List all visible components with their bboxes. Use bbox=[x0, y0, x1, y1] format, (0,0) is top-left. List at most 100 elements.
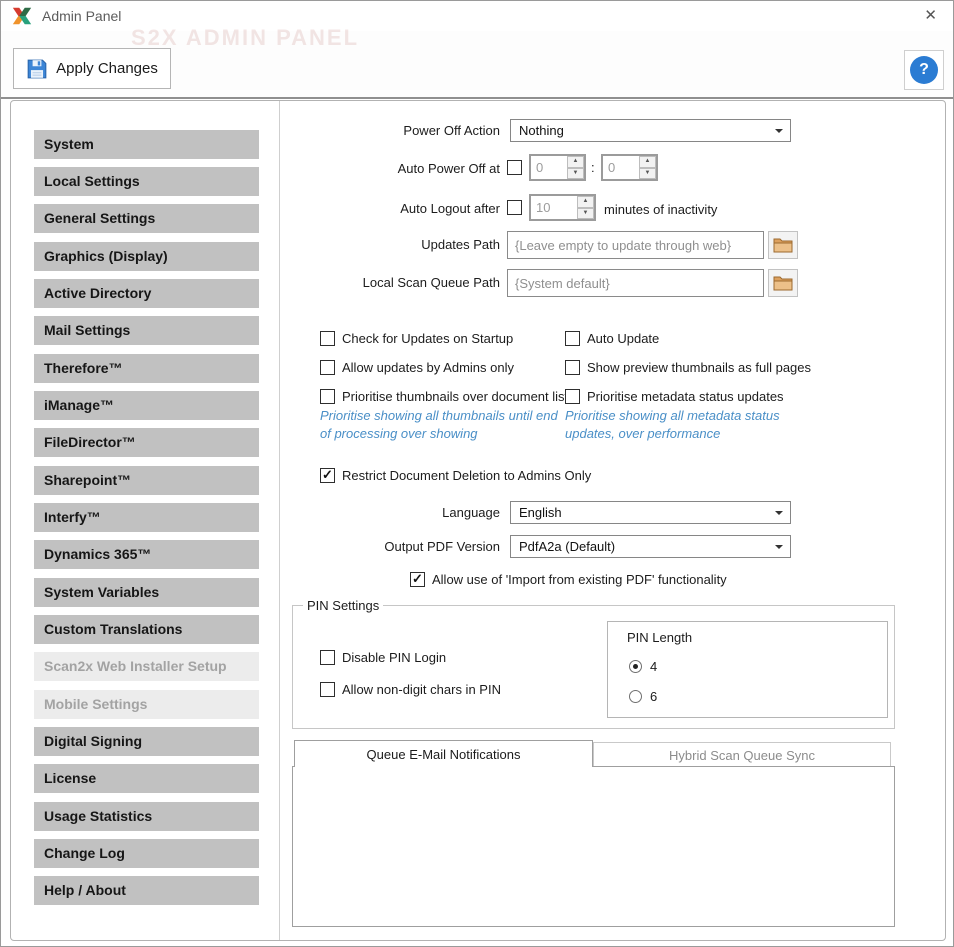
hours-value: 0 bbox=[531, 156, 567, 179]
pin-length-6-radio[interactable]: 6 bbox=[629, 689, 657, 704]
local-scan-queue-path-input[interactable] bbox=[507, 269, 764, 297]
auto-update-checkbox[interactable]: Auto Update bbox=[565, 331, 659, 346]
spin-down-icon[interactable]: ▼ bbox=[577, 208, 594, 220]
folder-icon bbox=[773, 237, 793, 253]
tab-label: Hybrid Scan Queue Sync bbox=[669, 748, 815, 763]
sidebar-item-interfy[interactable]: Interfy™ bbox=[34, 503, 259, 532]
output-pdf-label: Output PDF Version bbox=[291, 539, 500, 554]
sidebar-item-license[interactable]: License bbox=[34, 764, 259, 793]
time-colon: : bbox=[591, 160, 595, 175]
chevron-down-icon bbox=[775, 545, 783, 549]
checkbox-box bbox=[565, 331, 580, 346]
checkbox-box bbox=[320, 360, 335, 375]
sidebar-item-digital-signing[interactable]: Digital Signing bbox=[34, 727, 259, 756]
spin-up-icon[interactable]: ▲ bbox=[567, 156, 584, 168]
sidebar-item-local-settings[interactable]: Local Settings bbox=[34, 167, 259, 196]
pin-length-title: PIN Length bbox=[627, 630, 692, 645]
show-preview-thumbnails-checkbox[interactable]: Show preview thumbnails as full pages bbox=[565, 360, 811, 375]
updates-path-input[interactable] bbox=[507, 231, 764, 259]
content-area: System Local Settings General Settings G… bbox=[10, 100, 946, 941]
tab-label: Queue E-Mail Notifications bbox=[367, 747, 521, 762]
radio-button-icon bbox=[629, 660, 642, 673]
updates-path-browse-button[interactable] bbox=[768, 231, 798, 259]
app-logo-icon bbox=[11, 5, 33, 27]
power-off-action-dropdown[interactable]: Nothing bbox=[510, 119, 791, 142]
sidebar-item-graphics-display[interactable]: Graphics (Display) bbox=[34, 242, 259, 271]
thumbnails-hint-text: Prioritise showing all thumbnails until … bbox=[320, 407, 565, 443]
restrict-deletion-checkbox[interactable]: Restrict Document Deletion to Admins Onl… bbox=[320, 468, 591, 483]
auto-power-off-hours-spinner[interactable]: 0 ▲▼ bbox=[529, 154, 586, 181]
auto-power-off-checkbox[interactable] bbox=[507, 160, 522, 175]
checkbox-label: Allow non-digit chars in PIN bbox=[342, 682, 501, 697]
language-value: English bbox=[519, 505, 562, 520]
checkbox-box bbox=[565, 360, 580, 375]
spin-up-icon[interactable]: ▲ bbox=[577, 196, 594, 208]
spin-up-icon[interactable]: ▲ bbox=[639, 156, 656, 168]
allow-updates-admins-checkbox[interactable]: Allow updates by Admins only bbox=[320, 360, 514, 375]
checkbox-label: Auto Update bbox=[587, 331, 659, 346]
auto-logout-minutes-spinner[interactable]: 10 ▲▼ bbox=[529, 194, 596, 221]
sidebar-item-system-variables[interactable]: System Variables bbox=[34, 578, 259, 607]
spin-down-icon[interactable]: ▼ bbox=[639, 168, 656, 180]
admin-panel-window: Admin Panel ✕ S2X ADMIN PANEL Apply Chan… bbox=[0, 0, 954, 947]
auto-logout-label: Auto Logout after bbox=[291, 201, 500, 216]
checkbox-box bbox=[320, 650, 335, 665]
auto-power-off-label: Auto Power Off at bbox=[291, 161, 500, 176]
prioritise-thumbnails-checkbox[interactable]: Prioritise thumbnails over document list bbox=[320, 389, 568, 404]
allow-import-pdf-checkbox[interactable]: Allow use of 'Import from existing PDF' … bbox=[410, 572, 727, 587]
tab-queue-email-notifications[interactable]: Queue E-Mail Notifications bbox=[294, 740, 593, 767]
allow-non-digit-pin-checkbox[interactable]: Allow non-digit chars in PIN bbox=[320, 682, 501, 697]
close-icon[interactable]: ✕ bbox=[924, 7, 937, 25]
checkbox-box bbox=[320, 389, 335, 404]
sidebar-item-therefore[interactable]: Therefore™ bbox=[34, 354, 259, 383]
checkbox-box bbox=[565, 389, 580, 404]
apply-changes-label: Apply Changes bbox=[56, 60, 158, 77]
scan-queue-path-browse-button[interactable] bbox=[768, 269, 798, 297]
checkbox-box bbox=[507, 160, 522, 175]
pin-settings-title: PIN Settings bbox=[303, 598, 383, 613]
disable-pin-login-checkbox[interactable]: Disable PIN Login bbox=[320, 650, 446, 665]
apply-changes-button[interactable]: Apply Changes bbox=[13, 48, 171, 89]
spin-down-icon[interactable]: ▼ bbox=[567, 168, 584, 180]
checkbox-box bbox=[320, 331, 335, 346]
checkbox-label: Restrict Document Deletion to Admins Onl… bbox=[342, 468, 591, 483]
auto-power-off-minutes-spinner[interactable]: 0 ▲▼ bbox=[601, 154, 658, 181]
help-button[interactable]: ? bbox=[904, 50, 944, 90]
updates-path-label: Updates Path bbox=[291, 237, 500, 252]
output-pdf-dropdown[interactable]: PdfA2a (Default) bbox=[510, 535, 791, 558]
language-dropdown[interactable]: English bbox=[510, 501, 791, 524]
folder-icon bbox=[773, 275, 793, 291]
sidebar-item-usage-statistics[interactable]: Usage Statistics bbox=[34, 802, 259, 831]
notifications-tab-panel bbox=[292, 766, 895, 927]
checkbox-box bbox=[410, 572, 425, 587]
checkbox-label: Prioritise metadata status updates bbox=[587, 389, 784, 404]
checkbox-label: Show preview thumbnails as full pages bbox=[587, 360, 811, 375]
checkbox-box bbox=[507, 200, 522, 215]
checkbox-label: Prioritise thumbnails over document list bbox=[342, 389, 568, 404]
metadata-hint-text: Prioritise showing all metadata status u… bbox=[565, 407, 825, 443]
auto-logout-suffix: minutes of inactivity bbox=[604, 202, 717, 217]
checkbox-box bbox=[320, 682, 335, 697]
pin-length-4-radio[interactable]: 4 bbox=[629, 659, 657, 674]
sidebar-item-active-directory[interactable]: Active Directory bbox=[34, 279, 259, 308]
sidebar-item-dynamics-365[interactable]: Dynamics 365™ bbox=[34, 540, 259, 569]
sidebar-item-imanage[interactable]: iManage™ bbox=[34, 391, 259, 420]
minutes-value: 0 bbox=[603, 156, 639, 179]
power-off-action-label: Power Off Action bbox=[291, 123, 500, 138]
sidebar-item-custom-translations[interactable]: Custom Translations bbox=[34, 615, 259, 644]
prioritise-metadata-checkbox[interactable]: Prioritise metadata status updates bbox=[565, 389, 784, 404]
output-pdf-value: PdfA2a (Default) bbox=[519, 539, 615, 554]
check-updates-startup-checkbox[interactable]: Check for Updates on Startup bbox=[320, 331, 513, 346]
sidebar-item-sharepoint[interactable]: Sharepoint™ bbox=[34, 466, 259, 495]
local-scan-queue-path-label: Local Scan Queue Path bbox=[291, 275, 500, 290]
power-off-action-value: Nothing bbox=[519, 123, 564, 138]
sidebar-item-change-log[interactable]: Change Log bbox=[34, 839, 259, 868]
sidebar-item-mail-settings[interactable]: Mail Settings bbox=[34, 316, 259, 345]
sidebar-item-general-settings[interactable]: General Settings bbox=[34, 204, 259, 233]
auto-logout-checkbox[interactable] bbox=[507, 200, 522, 215]
tab-hybrid-scan-queue-sync[interactable]: Hybrid Scan Queue Sync bbox=[593, 742, 891, 767]
sidebar-item-filedirector[interactable]: FileDirector™ bbox=[34, 428, 259, 457]
sidebar-item-system[interactable]: System bbox=[34, 130, 259, 159]
chevron-down-icon bbox=[775, 511, 783, 515]
sidebar-item-help-about[interactable]: Help / About bbox=[34, 876, 259, 905]
